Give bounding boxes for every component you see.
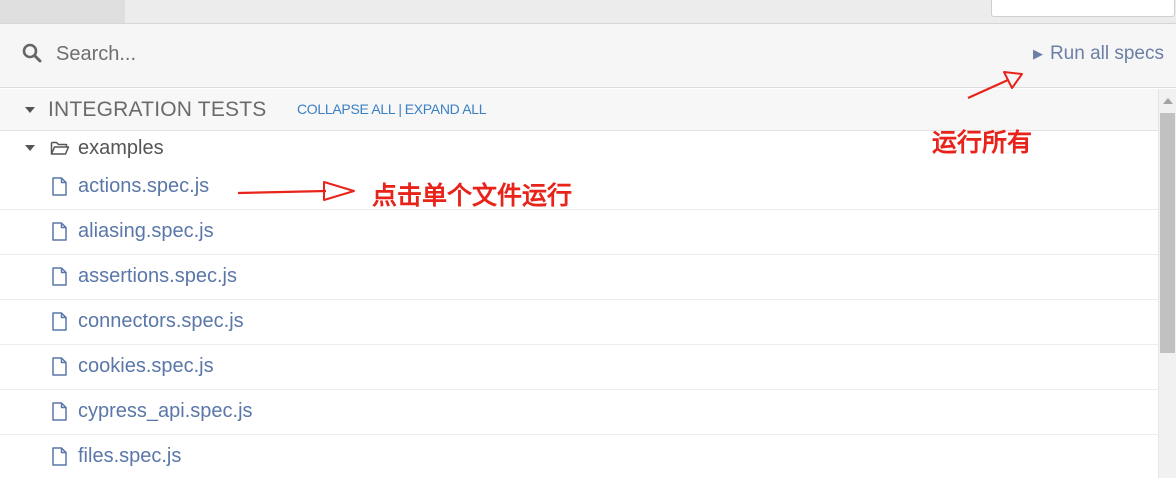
spec-file-row[interactable]: assertions.spec.js bbox=[0, 255, 1158, 300]
top-right-box[interactable] bbox=[991, 0, 1175, 17]
spec-file-label: cypress_api.spec.js bbox=[78, 400, 253, 422]
vertical-scrollbar[interactable] bbox=[1158, 89, 1176, 478]
spec-file-list: actions.spec.js aliasing.spec.js asserti… bbox=[0, 165, 1158, 480]
search-input[interactable] bbox=[52, 38, 660, 70]
annotation-run-single-file: 点击单个文件运行 bbox=[372, 181, 573, 210]
spec-file-row[interactable]: cookies.spec.js bbox=[0, 345, 1158, 390]
file-icon bbox=[52, 312, 67, 331]
search-icon bbox=[22, 43, 42, 63]
folder-label: examples bbox=[78, 137, 164, 159]
expand-all-link[interactable]: EXPAND ALL bbox=[405, 101, 487, 117]
top-tab-strip bbox=[0, 0, 1176, 24]
spec-file-label: cookies.spec.js bbox=[78, 355, 214, 377]
file-icon bbox=[52, 357, 67, 376]
collapse-caret-icon[interactable] bbox=[25, 107, 35, 113]
section-links: COLLAPSE ALL | EXPAND ALL bbox=[297, 101, 487, 117]
annotation-run-all: 运行所有 bbox=[932, 128, 1033, 157]
spec-file-row[interactable]: cypress_api.spec.js bbox=[0, 390, 1158, 435]
scrollbar-thumb[interactable] bbox=[1160, 113, 1175, 353]
section-title: INTEGRATION TESTS bbox=[48, 98, 267, 121]
spec-file-row[interactable]: aliasing.spec.js bbox=[0, 210, 1158, 255]
run-all-specs-button[interactable]: ▶ Run all specs bbox=[1033, 43, 1164, 65]
file-icon bbox=[52, 177, 67, 196]
folder-open-icon bbox=[50, 141, 70, 155]
spec-file-label: files.spec.js bbox=[78, 445, 182, 467]
active-tab[interactable] bbox=[0, 0, 125, 23]
spec-file-label: aliasing.spec.js bbox=[78, 220, 214, 242]
file-icon bbox=[52, 447, 67, 466]
spec-file-label: assertions.spec.js bbox=[78, 265, 237, 287]
collapse-all-link[interactable]: COLLAPSE ALL bbox=[297, 101, 396, 117]
spec-file-row[interactable]: actions.spec.js bbox=[0, 165, 1158, 210]
annotation-arrow-run-all-icon bbox=[967, 71, 1023, 100]
scroll-up-arrow-icon[interactable] bbox=[1163, 98, 1173, 104]
annotation-arrow-single-file-icon bbox=[237, 181, 355, 201]
link-separator: | bbox=[398, 101, 402, 117]
spec-file-row[interactable]: connectors.spec.js bbox=[0, 300, 1158, 345]
folder-caret-icon[interactable] bbox=[25, 145, 35, 151]
spec-file-label: connectors.spec.js bbox=[78, 310, 244, 332]
spec-file-label: actions.spec.js bbox=[78, 175, 210, 197]
play-icon: ▶ bbox=[1032, 46, 1043, 61]
file-icon bbox=[52, 267, 67, 286]
file-icon bbox=[52, 222, 67, 241]
spec-file-row[interactable]: files.spec.js bbox=[0, 435, 1158, 480]
file-icon bbox=[52, 402, 67, 421]
run-all-specs-label: Run all specs bbox=[1049, 43, 1164, 64]
